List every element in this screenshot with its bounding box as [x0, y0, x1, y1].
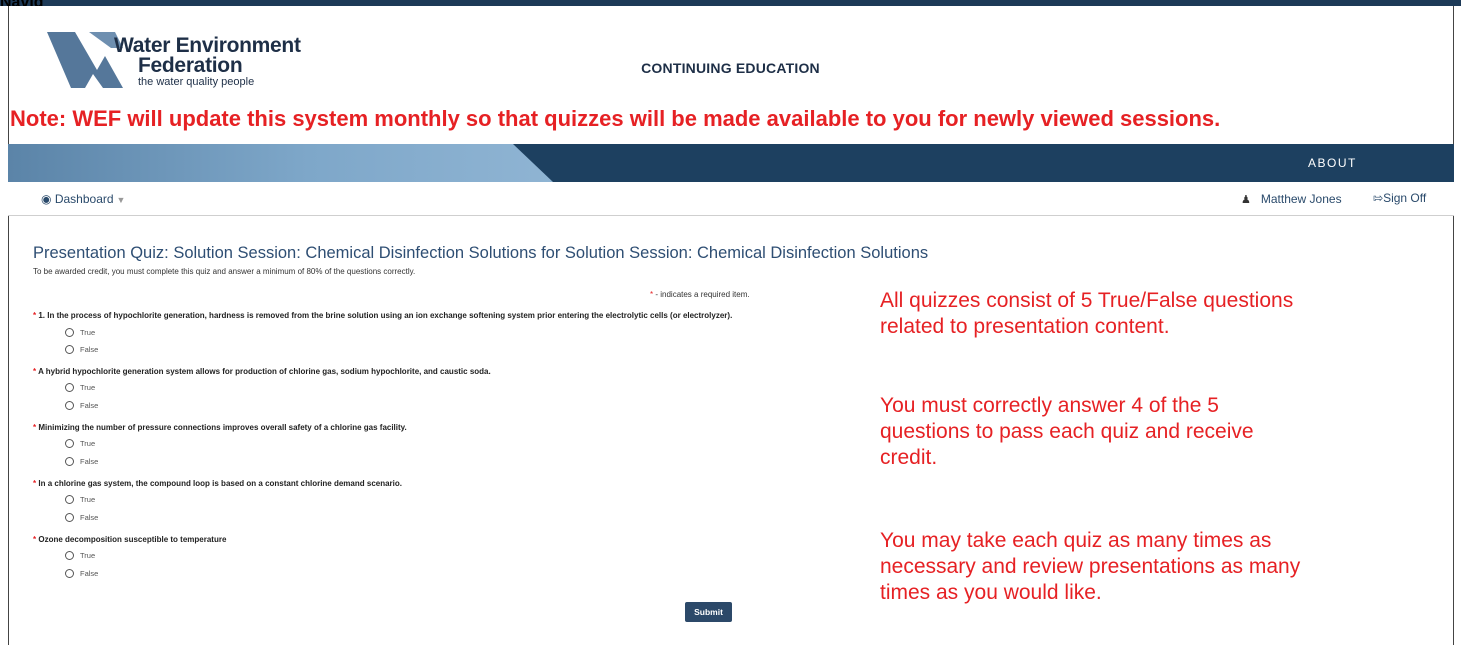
option-label: True — [80, 328, 96, 337]
annotation-quiz-format: All quizzes consist of 5 True/False ques… — [880, 288, 1293, 340]
user-name: Matthew Jones — [1260, 192, 1342, 206]
option-label: True — [80, 383, 96, 392]
quiz-title: Presentation Quiz: Solution Session: Che… — [33, 244, 929, 262]
required-star: * — [33, 479, 37, 488]
radio-icon[interactable] — [65, 569, 74, 578]
radio-icon[interactable] — [65, 383, 74, 392]
header-title: CONTINUING EDUCATION — [641, 60, 820, 76]
question-4-option-false[interactable]: False — [65, 513, 98, 522]
radio-icon[interactable] — [65, 345, 74, 354]
logo-tagline: the water quality people — [138, 76, 255, 88]
option-label: False — [80, 401, 99, 410]
update-note: Note: WEF will update this system monthl… — [10, 106, 1221, 131]
radio-icon[interactable] — [65, 513, 74, 522]
option-label: False — [80, 345, 99, 354]
radio-icon[interactable] — [65, 551, 74, 560]
sign-out-icon: ⇰ — [1373, 191, 1384, 205]
logo-name-line1: Water Environment — [114, 34, 301, 57]
question-2-text: A hybrid hypochlorite generation system … — [38, 367, 491, 376]
option-label: False — [80, 457, 99, 466]
option-label: False — [80, 569, 99, 578]
option-label: True — [80, 495, 96, 504]
question-5-text: Ozone decomposition susceptible to tempe… — [38, 535, 227, 544]
question-4-option-true[interactable]: True — [65, 495, 95, 504]
nav-band-gradient — [8, 144, 553, 182]
required-star: * — [33, 311, 37, 320]
question-5: * Ozone decomposition susceptible to tem… — [33, 535, 226, 544]
question-2-option-true[interactable]: True — [65, 383, 95, 392]
quiz-instructions: To be awarded credit, you must complete … — [33, 267, 416, 276]
question-1-option-false[interactable]: False — [65, 345, 98, 354]
question-3-option-true[interactable]: True — [65, 439, 95, 448]
nav-band: ABOUT — [8, 144, 1454, 182]
question-2-option-false[interactable]: False — [65, 401, 98, 410]
question-3-text: Minimizing the number of pressure connec… — [38, 423, 407, 432]
annotation-line: questions to pass each quiz and receive — [880, 420, 1254, 443]
option-label: True — [80, 439, 96, 448]
radio-icon[interactable] — [65, 495, 74, 504]
user-menu[interactable]: ♟ Matthew Jones — [1241, 192, 1342, 206]
radio-icon[interactable] — [65, 439, 74, 448]
option-label: True — [80, 551, 96, 560]
annotation-line: All quizzes consist of 5 True/False ques… — [880, 289, 1294, 312]
question-4-text: In a chlorine gas system, the compound l… — [38, 479, 402, 488]
option-label: False — [80, 513, 99, 522]
required-star: * — [33, 367, 37, 376]
user-icon: ♟ — [1241, 194, 1251, 206]
required-star: * — [33, 423, 37, 432]
question-1-text: 1. In the process of hypochlorite genera… — [38, 311, 733, 320]
annotation-line: You may take each quiz as many times as — [880, 529, 1272, 552]
annotation-line: related to presentation content. — [880, 315, 1170, 338]
radio-icon[interactable] — [65, 457, 74, 466]
submit-button[interactable]: Submit — [685, 602, 732, 622]
annotation-line: credit. — [880, 446, 938, 469]
annotation-line: necessary and review presentations as ma… — [880, 555, 1301, 578]
about-link[interactable]: ABOUT — [1308, 156, 1357, 170]
annotation-line: You must correctly answer 4 of the 5 — [880, 394, 1219, 417]
required-note: * - indicates a required item. — [650, 290, 750, 299]
required-note-text: - indicates a required item. — [653, 290, 750, 299]
dashboard-icon: ◉ — [41, 192, 52, 206]
annotation-line: times as you would like. — [880, 581, 1102, 604]
sub-nav: ◉ Dashboard ▼ ♟ Matthew Jones ⇰Sign Off — [8, 182, 1454, 216]
question-2: * A hybrid hypochlorite generation syste… — [33, 367, 491, 376]
dashboard-menu[interactable]: ◉ Dashboard ▼ — [41, 192, 125, 206]
radio-icon[interactable] — [65, 328, 74, 337]
question-5-option-true[interactable]: True — [65, 551, 95, 560]
question-1: * 1. In the process of hypochlorite gene… — [33, 311, 732, 320]
question-4: * In a chlorine gas system, the compound… — [33, 479, 402, 488]
dashboard-label: Dashboard — [54, 192, 114, 206]
annotation-retake-policy: You may take each quiz as many times as … — [880, 528, 1300, 606]
chevron-down-icon: ▼ — [116, 195, 126, 205]
required-star: * — [33, 535, 37, 544]
question-5-option-false[interactable]: False — [65, 569, 98, 578]
sign-off-link[interactable]: ⇰Sign Off — [1373, 191, 1426, 205]
sign-off-label: Sign Off — [1383, 191, 1427, 205]
annotation-pass-requirement: You must correctly answer 4 of the 5 que… — [880, 393, 1254, 471]
question-1-option-true[interactable]: True — [65, 328, 95, 337]
radio-icon[interactable] — [65, 401, 74, 410]
question-3: * Minimizing the number of pressure conn… — [33, 423, 407, 432]
question-3-option-false[interactable]: False — [65, 457, 98, 466]
